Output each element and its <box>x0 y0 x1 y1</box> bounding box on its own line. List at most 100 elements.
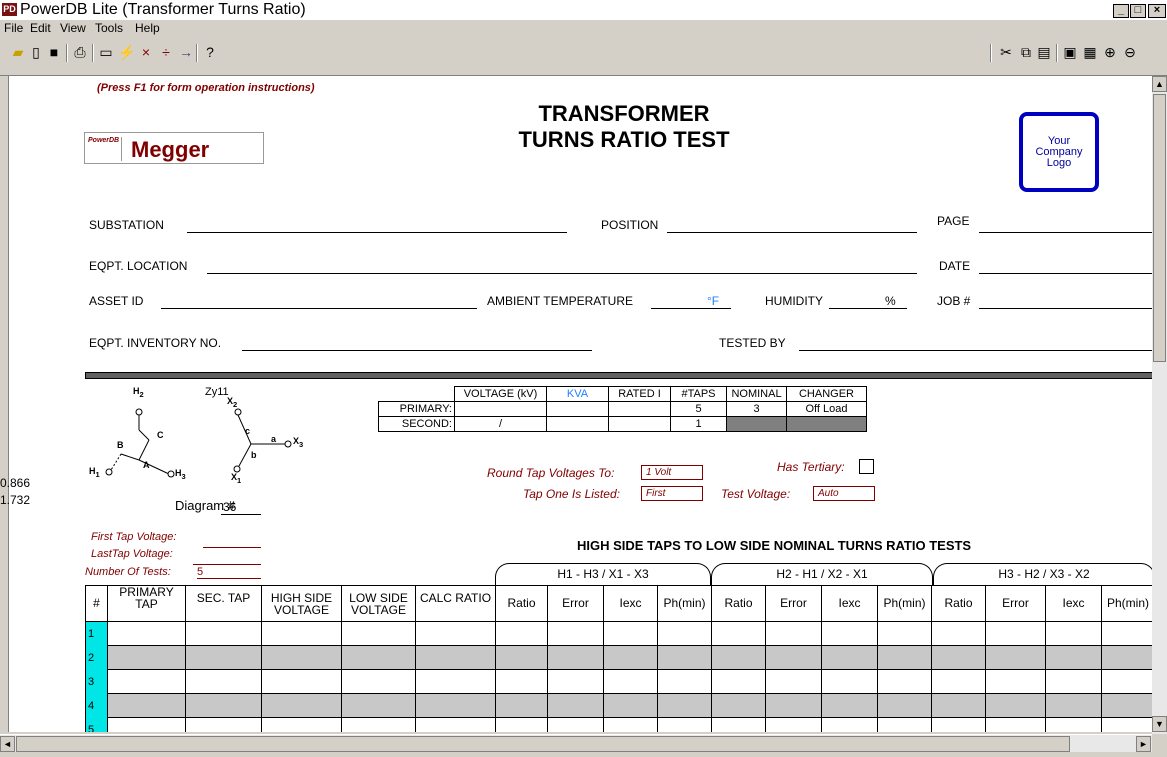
primary-rated-i[interactable] <box>608 401 671 417</box>
table-cell[interactable] <box>1102 694 1152 718</box>
table-cell[interactable] <box>878 670 932 694</box>
table-cell[interactable] <box>108 622 186 646</box>
scroll-up-icon[interactable]: ▲ <box>1152 76 1167 92</box>
table-cell[interactable] <box>186 670 262 694</box>
table-cell[interactable] <box>1102 718 1152 732</box>
table-cell[interactable] <box>108 718 186 732</box>
tested-by-field[interactable] <box>799 350 1152 351</box>
second-voltage[interactable]: / <box>454 416 547 432</box>
menu-edit[interactable]: Edit <box>30 21 51 35</box>
diagram-number[interactable]: 36 <box>221 500 261 515</box>
table-cell[interactable] <box>262 646 342 670</box>
num-tests-value[interactable]: 5 <box>197 566 261 579</box>
table-cell[interactable] <box>262 718 342 732</box>
scroll-left-icon[interactable]: ◄ <box>0 736 15 752</box>
table-cell[interactable] <box>1102 646 1152 670</box>
table-cell[interactable] <box>342 622 416 646</box>
close-button[interactable]: × <box>1148 4 1166 18</box>
table-cell[interactable] <box>932 646 986 670</box>
table-cell[interactable] <box>712 622 766 646</box>
horizontal-scrollbar[interactable]: ◄ ► <box>0 734 1152 752</box>
table-cell[interactable] <box>416 718 496 732</box>
row-number[interactable]: 4 <box>86 694 108 718</box>
page-field[interactable] <box>979 232 1152 233</box>
maximize-button[interactable]: □ <box>1130 4 1146 18</box>
table-cell[interactable] <box>766 718 822 732</box>
table-cell[interactable] <box>342 694 416 718</box>
table-cell[interactable] <box>878 694 932 718</box>
table-cell[interactable] <box>986 694 1046 718</box>
row-number[interactable]: 3 <box>86 670 108 694</box>
table-cell[interactable] <box>766 622 822 646</box>
table-cell[interactable] <box>186 646 262 670</box>
arrow-icon[interactable]: → <box>178 44 194 60</box>
table-cell[interactable] <box>1102 622 1152 646</box>
table-cell[interactable] <box>932 718 986 732</box>
second-kva[interactable] <box>546 416 609 432</box>
table-cell[interactable] <box>712 646 766 670</box>
primary-kva[interactable] <box>546 401 609 417</box>
table-cell[interactable] <box>262 694 342 718</box>
form-icon[interactable]: ▭ <box>98 44 114 60</box>
table-cell[interactable] <box>712 694 766 718</box>
table-cell[interactable] <box>496 646 548 670</box>
table-cell[interactable] <box>822 646 878 670</box>
table-cell[interactable] <box>108 670 186 694</box>
primary-changer[interactable]: Off Load <box>786 401 867 417</box>
inventory-field[interactable] <box>242 350 592 351</box>
ambient-field[interactable] <box>651 308 731 309</box>
table-cell[interactable] <box>496 670 548 694</box>
table-cell[interactable] <box>548 718 604 732</box>
first-tap-field[interactable] <box>203 547 261 548</box>
zoom-in-icon[interactable]: ⊕ <box>1102 44 1118 60</box>
table-cell[interactable] <box>604 694 658 718</box>
divide-icon[interactable]: ÷ <box>158 44 174 60</box>
table-cell[interactable] <box>986 646 1046 670</box>
table-cell[interactable] <box>604 718 658 732</box>
last-tap-field[interactable] <box>193 564 261 565</box>
asset-id-field[interactable] <box>161 308 477 309</box>
vertical-scroll-thumb[interactable] <box>1153 94 1166 362</box>
table-cell[interactable] <box>658 694 712 718</box>
table-cell[interactable] <box>658 718 712 732</box>
table-cell[interactable] <box>932 670 986 694</box>
table-cell[interactable] <box>932 622 986 646</box>
menu-file[interactable]: File <box>4 21 23 35</box>
table-cell[interactable] <box>604 622 658 646</box>
vertical-scrollbar[interactable]: ▲ ▼ <box>1152 76 1167 734</box>
menu-view[interactable]: View <box>60 21 86 35</box>
table-cell[interactable] <box>604 646 658 670</box>
table-cell[interactable] <box>342 670 416 694</box>
open-icon[interactable]: ▰ <box>10 44 26 60</box>
table-cell[interactable] <box>658 670 712 694</box>
job-field[interactable] <box>979 308 1152 309</box>
table-cell[interactable] <box>262 622 342 646</box>
table-cell[interactable] <box>1046 718 1102 732</box>
tertiary-checkbox[interactable] <box>859 459 874 474</box>
table-cell[interactable] <box>766 646 822 670</box>
table-cell[interactable] <box>932 694 986 718</box>
table-cell[interactable] <box>1102 670 1152 694</box>
table-cell[interactable] <box>766 670 822 694</box>
table-cell[interactable] <box>604 670 658 694</box>
table-cell[interactable] <box>548 670 604 694</box>
table-cell[interactable] <box>108 694 186 718</box>
table-cell[interactable] <box>416 670 496 694</box>
table-cell[interactable] <box>1046 646 1102 670</box>
cut-icon[interactable]: ✂ <box>998 44 1014 60</box>
app-icon[interactable]: PD <box>2 3 17 16</box>
table-cell[interactable] <box>1046 670 1102 694</box>
table-cell[interactable] <box>712 718 766 732</box>
position-field[interactable] <box>667 232 917 233</box>
humidity-field[interactable] <box>829 308 907 309</box>
round-value[interactable]: 1 Volt <box>641 465 703 480</box>
table-cell[interactable] <box>548 646 604 670</box>
table-cell[interactable] <box>548 694 604 718</box>
table-cell[interactable] <box>1046 694 1102 718</box>
second-taps[interactable]: 1 <box>670 416 727 432</box>
primary-voltage[interactable] <box>454 401 547 417</box>
table-cell[interactable] <box>822 622 878 646</box>
table-cell[interactable] <box>496 694 548 718</box>
scroll-right-icon[interactable]: ► <box>1136 736 1151 752</box>
test-icon[interactable]: ⚡ <box>118 44 135 60</box>
